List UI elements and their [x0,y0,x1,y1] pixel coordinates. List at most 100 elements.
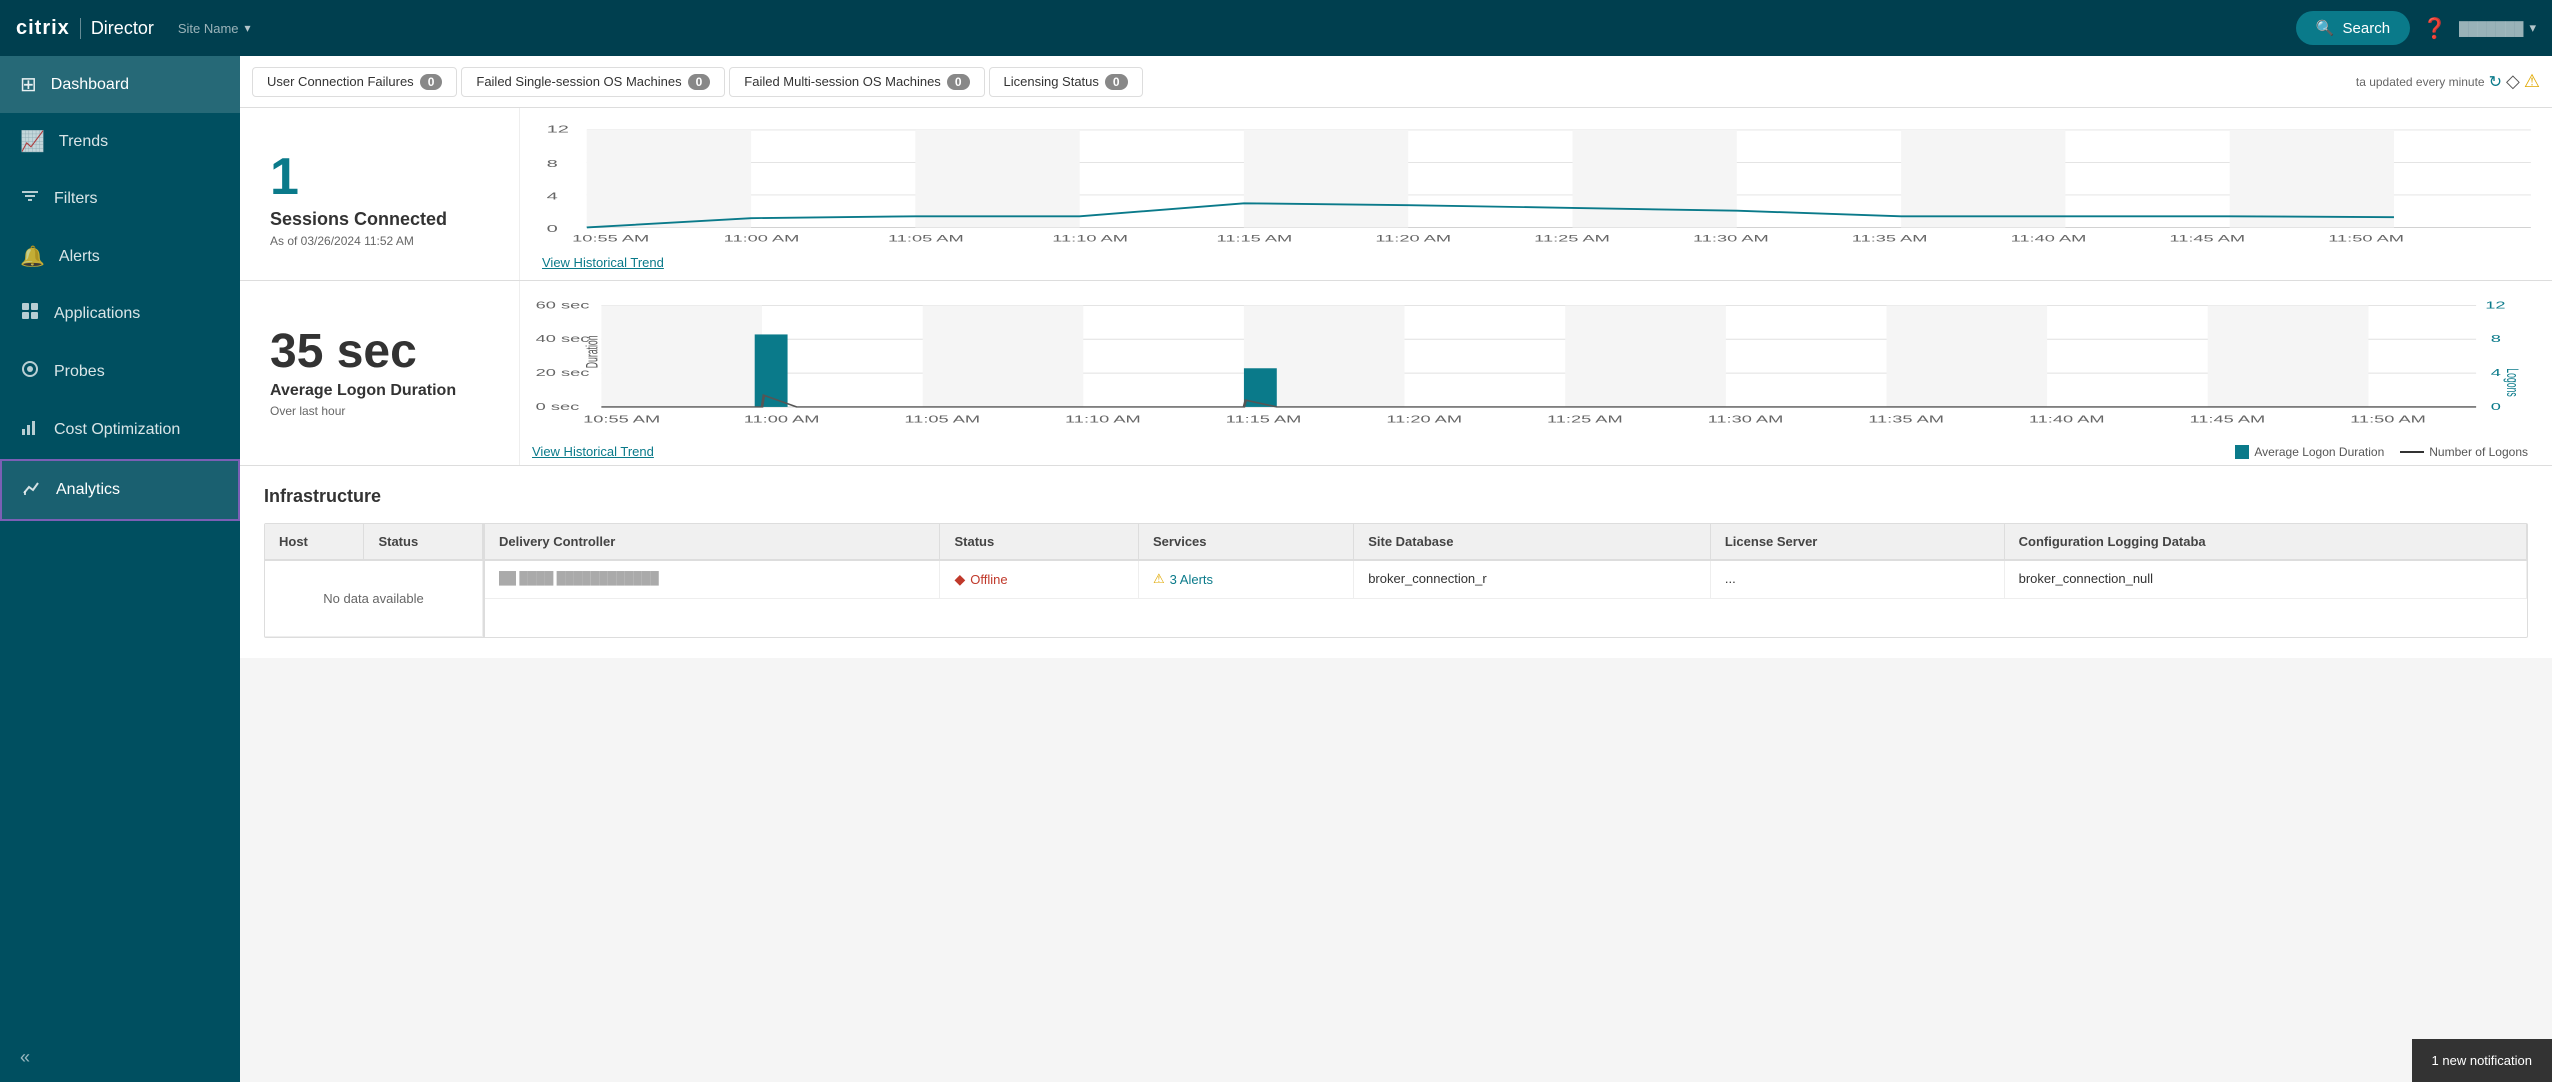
offline-status: ◆ Offline [954,571,1124,588]
help-button[interactable]: ❓ [2422,16,2447,41]
trends-icon: 📈 [20,129,45,154]
table-row: ██ ████ ████████████ ◆ Offline [485,560,2527,599]
svg-text:11:35 AM: 11:35 AM [1852,234,1928,244]
sidebar-item-dashboard[interactable]: ⊞ Dashboard [0,56,240,113]
refresh-icon[interactable]: ↻ [2489,72,2502,92]
sidebar-label-filters: Filters [54,190,98,208]
sidebar-label-dashboard: Dashboard [51,76,129,94]
svg-text:11:50 AM: 11:50 AM [2328,234,2404,244]
failed-single-session-count: 0 [688,74,711,90]
user-connection-failures-alert[interactable]: User Connection Failures 0 [252,67,457,97]
sessions-chart-area: 12 8 4 0 [520,108,2552,280]
dc-table: Delivery Controller Status Services Site… [485,524,2527,637]
failed-multi-session-label: Failed Multi-session OS Machines [744,74,941,89]
probes-icon [20,359,40,385]
site-selector-chevron: ▾ [245,21,251,35]
failed-single-session-alert[interactable]: Failed Single-session OS Machines 0 [461,67,725,97]
sessions-view-trend-link[interactable]: View Historical Trend [532,251,2540,280]
alert-bar: User Connection Failures 0 Failed Single… [240,56,2552,108]
svg-text:Duration: Duration [583,335,602,368]
sidebar-label-cost-optimization: Cost Optimization [54,421,180,439]
legend-duration-icon [2235,445,2249,459]
svg-text:11:35 AM: 11:35 AM [1868,414,1944,425]
sidebar-item-trends[interactable]: 📈 Trends [0,113,240,170]
dc-sitedb-cell: broker_connection_r [1354,560,1711,599]
collapse-icon: « [20,1047,30,1068]
sidebar-item-filters[interactable]: Filters [0,170,240,228]
dc-services-cell: ⚠ 3 Alerts [1139,560,1354,599]
content-area: User Connection Failures 0 Failed Single… [240,56,2552,1082]
legend-duration: Average Logon Duration [2235,445,2384,459]
alert-triangle-icon: ⚠ [1153,571,1165,587]
licensing-status-count: 0 [1105,74,1128,90]
update-text: ta updated every minute [2356,75,2485,89]
sidebar-collapse-button[interactable]: « [0,1033,240,1082]
svg-text:0 sec: 0 sec [536,402,580,413]
search-icon: 🔍 [2316,19,2335,37]
status-col-header: Status [364,524,483,560]
sidebar-item-probes[interactable]: Probes [0,343,240,401]
notification-text: 1 new notification [2432,1053,2532,1068]
svg-text:11:25 AM: 11:25 AM [1534,234,1610,244]
sidebar-label-trends: Trends [59,133,108,151]
user-chevron: ▾ [2529,20,2536,36]
sessions-connected-sub: As of 03/26/2024 11:52 AM [270,234,499,248]
svg-text:11:20 AM: 11:20 AM [1375,234,1451,244]
warning-icon[interactable]: ⚠ [2524,71,2540,92]
svg-text:0: 0 [2491,402,2501,413]
logon-view-trend-link[interactable]: View Historical Trend [532,444,654,459]
user-connection-failures-label: User Connection Failures [267,74,414,89]
diamond-icon[interactable]: ◇ [2506,71,2520,92]
infra-tables: Host Status No data available [264,523,2528,638]
alerts-link[interactable]: 3 Alerts [1170,572,1213,587]
licensing-status-alert[interactable]: Licensing Status 0 [989,67,1143,97]
svg-text:10:55 AM: 10:55 AM [572,234,649,244]
citrix-logo: citrix [16,17,70,40]
dashboard-icon: ⊞ [20,72,37,97]
sidebar-label-analytics: Analytics [56,481,120,499]
legend-logons-label: Number of Logons [2429,445,2528,459]
dc-configlog-col-header: Configuration Logging Databa [2004,524,2526,560]
logon-duration-sub: Over last hour [270,404,499,418]
svg-text:12: 12 [2485,300,2505,311]
chart-legend: Average Logon Duration Number of Logons [2235,441,2540,461]
infrastructure-title: Infrastructure [264,486,2528,507]
notification-toast[interactable]: 1 new notification [2412,1039,2552,1082]
dc-table-element: Delivery Controller Status Services Site… [485,524,2527,599]
alerts-status: ⚠ 3 Alerts [1153,571,1339,587]
licensing-status-label: Licensing Status [1004,74,1099,89]
dc-col-header: Delivery Controller [485,524,940,560]
sidebar-item-cost-optimization[interactable]: Cost Optimization [0,401,240,459]
svg-text:11:05 AM: 11:05 AM [904,414,980,425]
svg-text:40 sec: 40 sec [536,334,590,345]
svg-text:11:05 AM: 11:05 AM [888,234,964,244]
svg-text:Logons: Logons [2503,368,2522,397]
svg-text:10:55 AM: 10:55 AM [583,414,660,425]
search-label: Search [2343,20,2391,37]
user-menu[interactable]: ███████ ▾ [2459,20,2536,36]
logon-chart-area: 60 sec 40 sec 20 sec 0 sec 12 8 4 0 [520,281,2552,465]
sidebar-item-analytics[interactable]: Analytics [0,459,240,521]
svg-text:11:00 AM: 11:00 AM [744,414,820,425]
search-button[interactable]: 🔍 Search [2296,11,2410,45]
dc-status-cell: ◆ Offline [940,560,1139,599]
sidebar-item-alerts[interactable]: 🔔 Alerts [0,228,240,285]
sessions-chart-section: 1 Sessions Connected As of 03/26/2024 11… [240,108,2552,281]
sidebar-label-applications: Applications [54,305,140,323]
sidebar-item-applications[interactable]: Applications [0,285,240,343]
app-name: Director [80,18,154,39]
site-selector[interactable]: Site Name ▾ [178,21,251,36]
logo-area: citrix Director [16,17,154,40]
logon-chart-section: 35 sec Average Logon Duration Over last … [240,281,2552,466]
failed-multi-session-alert[interactable]: Failed Multi-session OS Machines 0 [729,67,984,97]
top-navigation: citrix Director Site Name ▾ 🔍 Search ❓ █… [0,0,2552,56]
svg-text:4: 4 [2491,368,2501,379]
legend-duration-label: Average Logon Duration [2254,445,2384,459]
dc-configlog-cell: broker_connection_null [2004,560,2526,599]
svg-text:11:00 AM: 11:00 AM [724,234,800,244]
svg-text:12: 12 [547,124,570,135]
svg-text:11:30 AM: 11:30 AM [1693,234,1769,244]
scroll-content: 1 Sessions Connected As of 03/26/2024 11… [240,108,2552,1082]
analytics-icon [22,477,42,503]
svg-text:8: 8 [2491,334,2501,345]
